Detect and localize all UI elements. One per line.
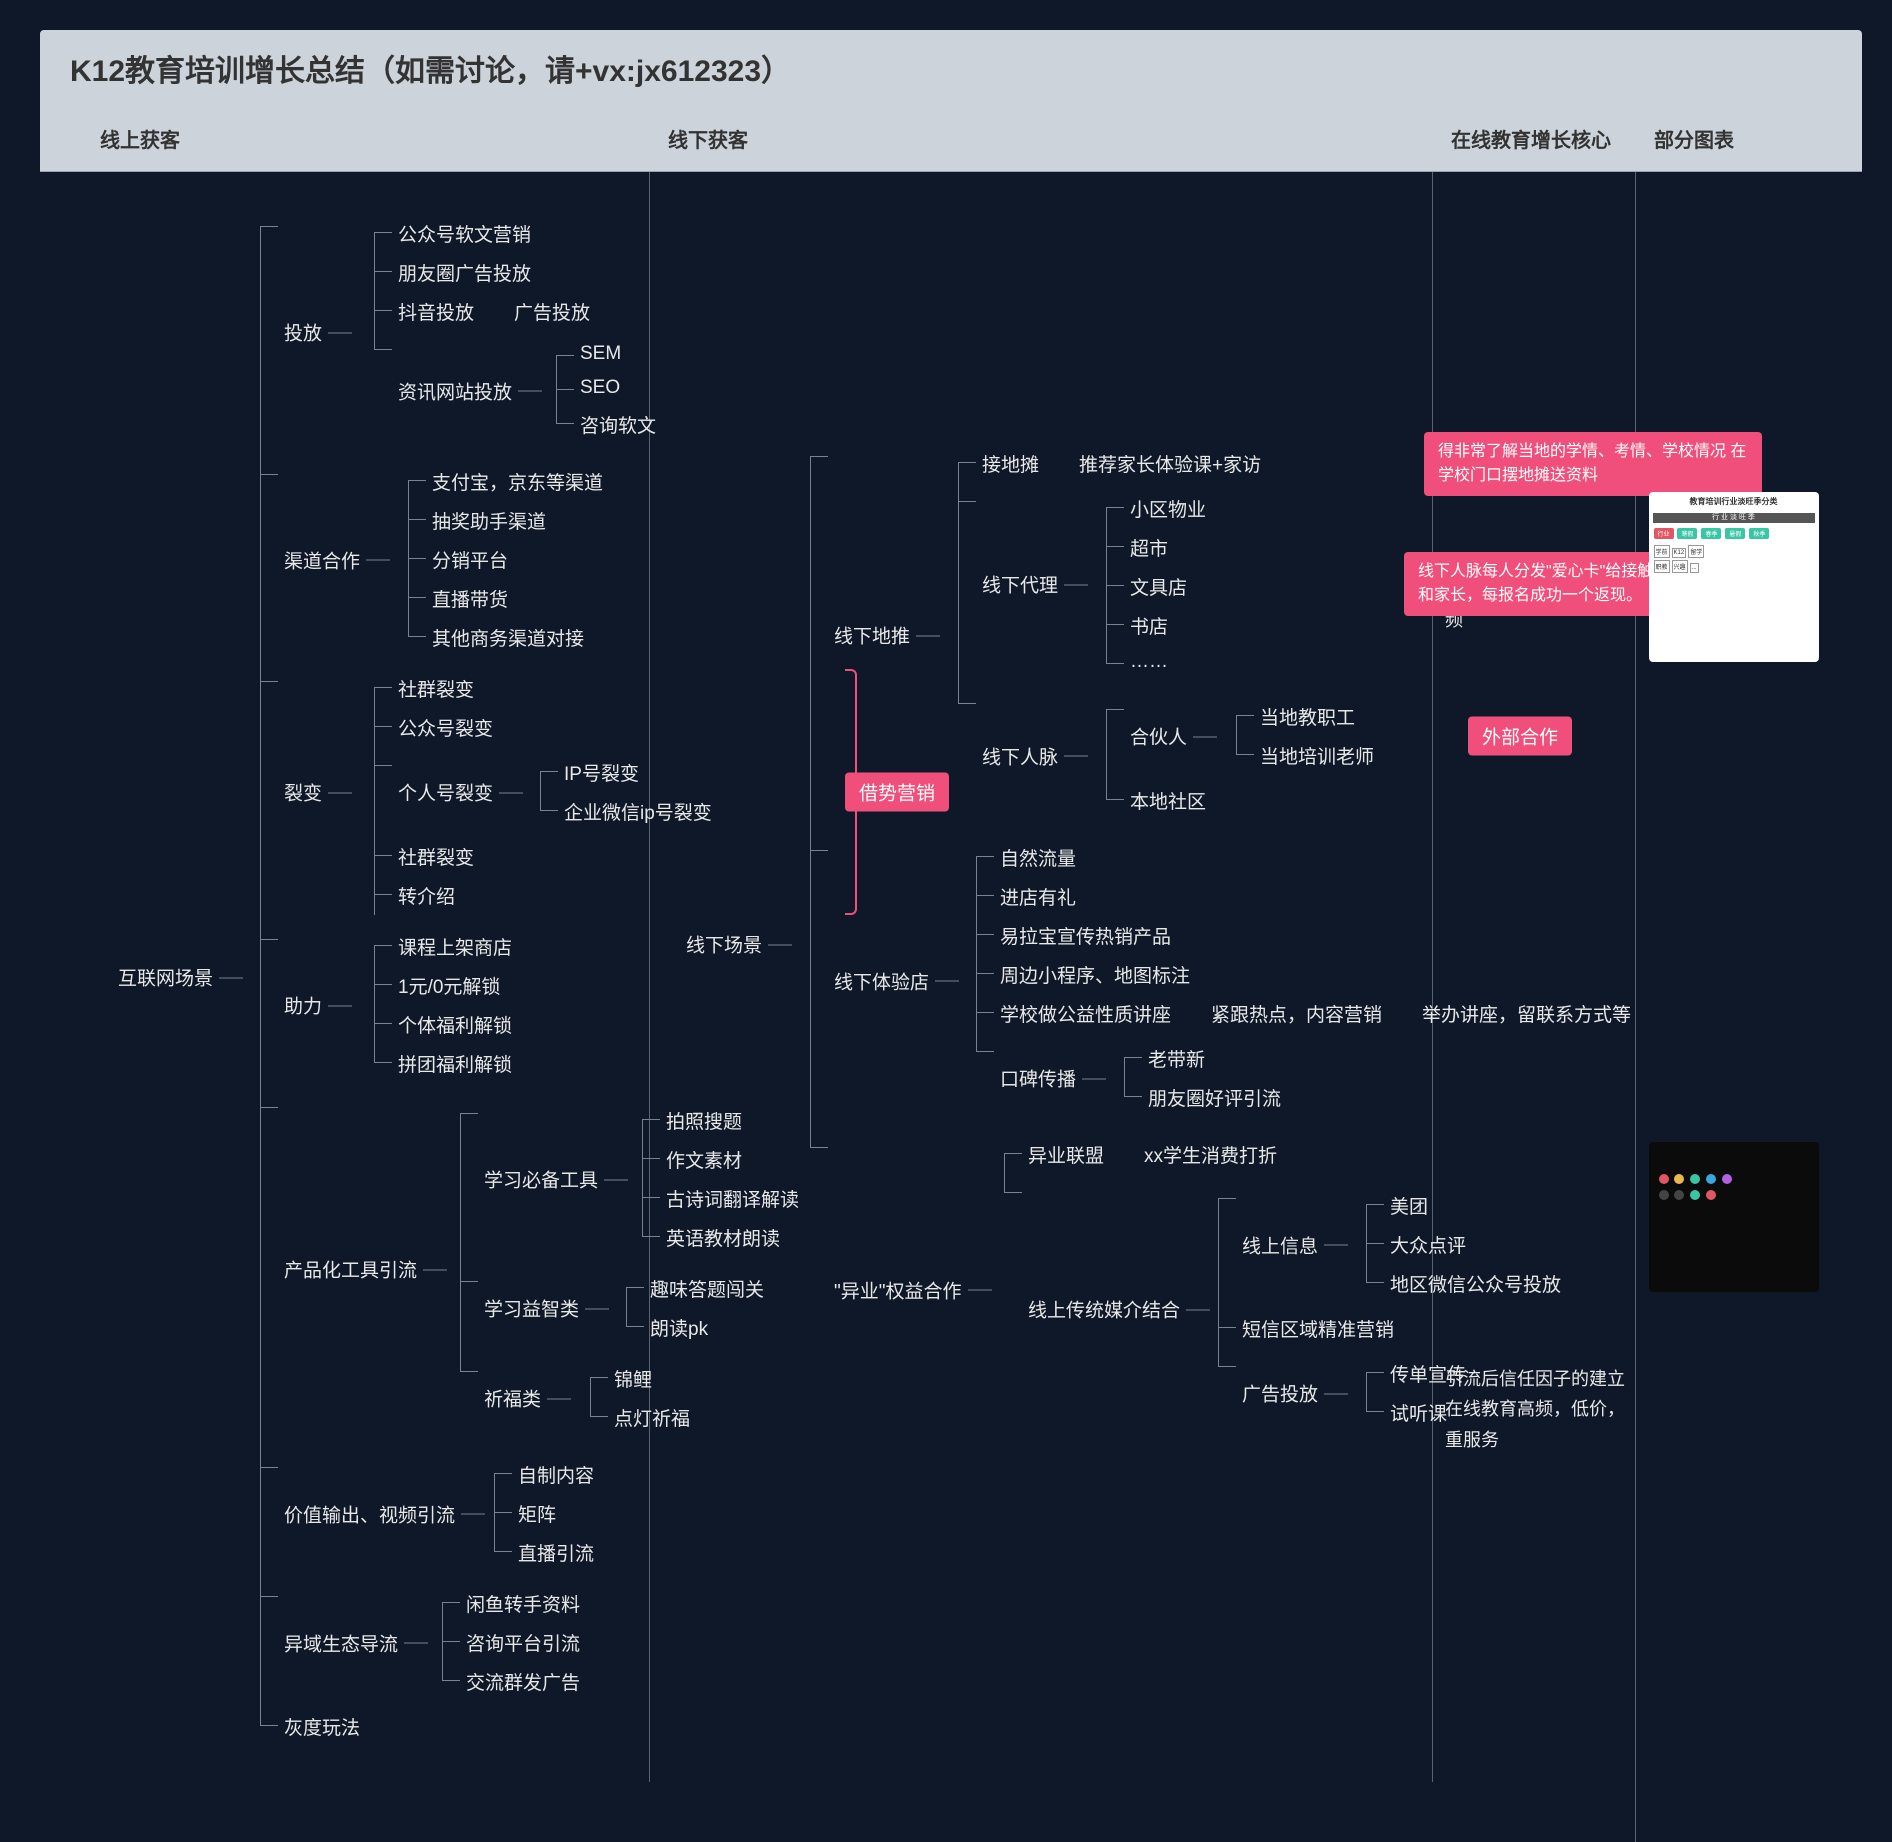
a3p: 合伙人 [1130,723,1187,750]
c: "异业"权益合作 [834,1276,962,1303]
leaf: 小区物业 [1130,495,1206,522]
leaf: 拼团福利解锁 [398,1050,512,1077]
leaf: 闲鱼转手资料 [466,1590,580,1617]
b1c4: 资讯网站投放 [398,377,512,404]
note-a1: 得非常了解当地的学情、考情、学校情况 在学校门口摆地摊送资料 [1424,432,1762,496]
col-online: 互联网场景 投放 公众号软文营销 朋友圈广告投放 抖音投放广告投放 资讯网站投放… [90,172,650,1782]
b5g3: 祈福类 [484,1385,541,1412]
col-header-online: 线上获客 [90,106,650,171]
col-header-core: 在线教育增长核心 [1441,106,1636,171]
leaf: 公众号裂变 [398,714,493,741]
leaf: 超市 [1130,534,1168,561]
leaf: 矩阵 [518,1500,556,1527]
leaf: 文具店 [1130,573,1187,600]
a1: 接地摊推荐家长体验课+家访 [982,450,1261,477]
leaf: 课程上架商店 [398,933,512,960]
leaf: 周边小程序、地图标注 [1000,961,1190,988]
root-offline: 线下场景 [686,931,762,958]
leaf: 当地培训老师 [1260,742,1374,769]
leaf: 地区微信公众号投放 [1390,1270,1561,1297]
leaf: IP号裂变 [564,759,639,786]
b5: 产品化工具引流 [284,1256,417,1283]
core-text-2: 引流后信任因子的建立 在线教育高频，低价，重服务 [1445,1364,1625,1456]
leaf: 书店 [1130,612,1168,639]
leaf: 分销平台 [432,546,508,573]
leaf: 支付宝，京东等渠道 [432,468,603,495]
b3c3: 个人号裂变 [398,779,493,806]
col-offline: 线下场景 线下地推 接地摊推荐家长体验课+家访 得非常了解当地的学情、考情、学校… [658,172,1433,1782]
b7: 异域生态导流 [284,1629,398,1656]
b8: 灰度玩法 [284,1713,360,1740]
leaf: 其他商务渠道对接 [432,624,584,651]
b5g1: 学习必备工具 [484,1166,598,1193]
b3: 裂变 [284,779,322,806]
leaf: 1元/0元解锁 [398,972,500,999]
leaf: 大众点评 [1390,1231,1466,1258]
column-headers: 线上获客 线下获客 在线教育增长核心 部分图表 [40,106,1862,172]
leaf: SEO [580,377,620,399]
leaf: 自然流量 [1000,844,1076,871]
leaf: 社群裂变 [398,843,474,870]
leaf: 社群裂变 [398,675,474,702]
leaf: 老带新 [1148,1045,1205,1072]
leaf: 咨询平台引流 [466,1629,580,1656]
col-header-charts: 部分图表 [1644,106,1829,171]
leaf: 个体福利解锁 [398,1011,512,1038]
b4: 助力 [284,992,322,1019]
leaf: 短信区域精准营销 [1242,1315,1394,1342]
c1: 异业联盟xx学生消费打折 [1028,1141,1277,1168]
leaf: 易拉宝宣传热销产品 [1000,922,1171,949]
leaf: 自制内容 [518,1461,594,1488]
b2: 渠道合作 [284,546,360,573]
b1: 投放 [284,319,322,346]
root-online: 互联网场景 [118,964,213,991]
thumb-flow[interactable] [1649,1142,1819,1292]
leaf: 美团 [1390,1192,1428,1219]
leaf: 传单宣传 [1390,1360,1466,1387]
c2g3: 广告投放 [1242,1380,1318,1407]
leaf: 转介绍 [398,882,455,909]
leaf: 朋友圈好评引流 [1148,1084,1281,1111]
leaf: 锦鲤 [614,1365,652,1392]
b5g2: 学习益智类 [484,1295,579,1322]
leaf: 当地教职工 [1260,703,1355,730]
leaf: 学校做公益性质讲座紧跟热点，内容营销举办讲座，留联系方式等 [1000,1000,1631,1027]
leaf: 抽奖助手渠道 [432,507,546,534]
a3: 线下人脉 [982,742,1058,769]
thumb-seasons[interactable]: 教育培训行业淡旺季分类 行 业 淡 旺 季 行业 寒假 春季 暑假 秋季 学前K… [1649,492,1819,662]
col-header-offline: 线下获客 [658,106,1433,171]
a2: 线下代理 [982,571,1058,598]
col-charts: 教育培训行业淡旺季分类 行 业 淡 旺 季 行业 寒假 春季 暑假 秋季 学前K… [1644,172,1829,1782]
tag-ext: 外部合作 [1468,717,1572,756]
leaf: 直播带货 [432,585,508,612]
a: 线下地推 [834,622,910,649]
c2g1: 线上信息 [1242,1231,1318,1258]
leaf: 交流群发广告 [466,1668,580,1695]
c2: 线上传统媒介结合 [1028,1296,1180,1323]
leaf: …… [1130,651,1168,673]
leaf: 朋友圈广告投放 [398,259,531,286]
leaf: 试听课 [1390,1399,1447,1426]
leaf: 咨询软文 [580,411,656,438]
leaf: SEM [580,343,621,365]
bc6: 口碑传播 [1000,1065,1076,1092]
b6: 价值输出、视频引流 [284,1500,455,1527]
b: 线下体验店 [834,967,929,994]
leaf: 公众号软文营销 [398,220,531,247]
leaf: 直播引流 [518,1539,594,1566]
page-title: K12教育培训增长总结（如需讨论，请+vx:jx612323） [40,30,1862,106]
leaf: 本地社区 [1130,787,1206,814]
leaf: 抖音投放广告投放 [398,298,590,325]
leaf: 进店有礼 [1000,883,1076,910]
